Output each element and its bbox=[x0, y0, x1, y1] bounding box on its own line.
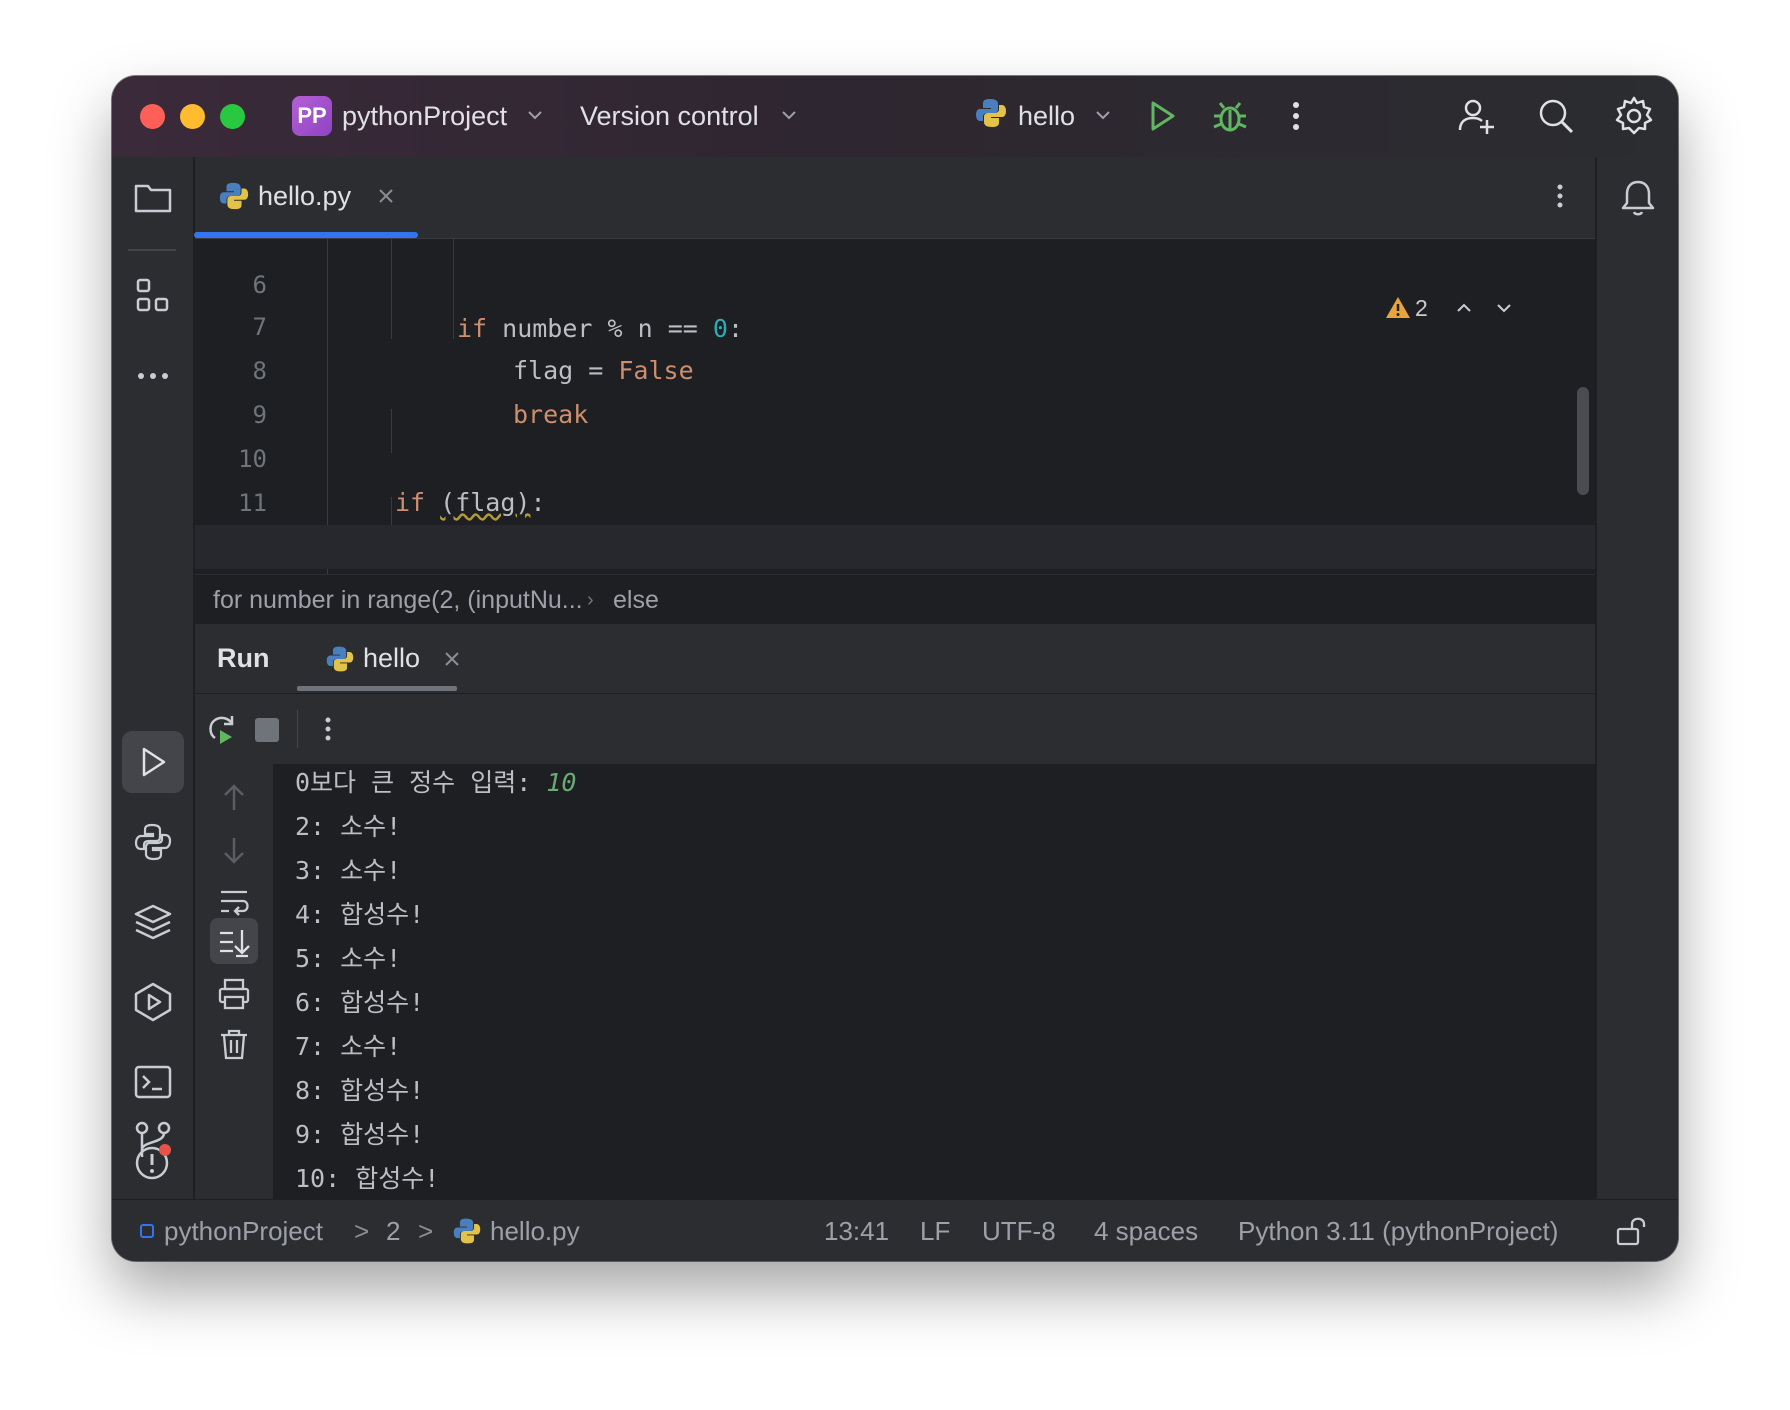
python-icon bbox=[326, 646, 354, 672]
console-line: 3: 소수! bbox=[295, 856, 402, 885]
code-line: 6 if number % n == 0: bbox=[252, 271, 743, 343]
previous-highlight-icon[interactable] bbox=[1453, 297, 1475, 319]
code-breadcrumb: for number in range(2, (inputNu... › els… bbox=[195, 574, 1595, 624]
code-line: 12 else: bbox=[195, 481, 1595, 561]
status-line-separator[interactable]: LF bbox=[920, 1213, 950, 1249]
warning-icon[interactable] bbox=[1385, 295, 1411, 321]
status-indent[interactable]: 4 spaces bbox=[1094, 1213, 1198, 1249]
chevron-down-icon[interactable] bbox=[524, 104, 546, 126]
scroll-down-icon[interactable] bbox=[216, 832, 252, 868]
console-side-toolbar bbox=[195, 764, 273, 1199]
run-icon[interactable] bbox=[1140, 94, 1184, 138]
run-console-output[interactable]: 0보다 큰 정수 입력: 10 2: 소수! 3: 소수! 4: 합성수! 5:… bbox=[273, 764, 1595, 1199]
lock-open-icon[interactable] bbox=[1614, 1214, 1648, 1248]
project-folder-icon[interactable] bbox=[132, 177, 174, 219]
ide-window: PP pythonProject Version control hello h… bbox=[112, 76, 1678, 1261]
console-input-line: 0보다 큰 정수 입력: 10 bbox=[295, 768, 577, 797]
title-bar: PP pythonProject Version control hello bbox=[112, 76, 1678, 157]
python-file-icon bbox=[453, 1218, 481, 1244]
editor-scrollbar[interactable] bbox=[1577, 387, 1589, 495]
project-module-icon bbox=[140, 1224, 154, 1238]
more-tools-icon[interactable] bbox=[132, 355, 174, 397]
python-file-icon bbox=[219, 182, 249, 210]
zoom-window-button[interactable] bbox=[220, 104, 245, 129]
path-separator-icon: > bbox=[354, 1216, 370, 1246]
structure-icon[interactable] bbox=[132, 275, 174, 317]
breadcrumb-else[interactable]: else bbox=[613, 583, 659, 617]
status-interpreter[interactable]: Python 3.11 (pythonProject) bbox=[1238, 1213, 1558, 1249]
active-run-tab-indicator bbox=[297, 686, 457, 691]
left-tool-strip bbox=[112, 157, 194, 1199]
warning-count[interactable]: 2 bbox=[1415, 294, 1428, 322]
debug-icon[interactable] bbox=[1208, 94, 1252, 138]
run-toolbar bbox=[195, 694, 1595, 764]
code-editor[interactable]: 6 if number % n == 0: 7 flag = False 8 b… bbox=[195, 239, 1595, 574]
chevron-down-icon[interactable] bbox=[1092, 104, 1114, 126]
code-line: 10 if (flag): bbox=[238, 445, 546, 517]
console-line: 10: 합성수! bbox=[295, 1164, 440, 1193]
run-tab-hello[interactable]: hello bbox=[363, 640, 420, 676]
path-separator-icon: > bbox=[418, 1216, 434, 1246]
more-icon[interactable] bbox=[311, 712, 345, 746]
settings-icon[interactable] bbox=[1612, 94, 1656, 138]
version-control-menu[interactable]: Version control bbox=[580, 98, 759, 134]
soft-wrap-icon[interactable] bbox=[216, 884, 252, 920]
git-icon[interactable] bbox=[132, 1119, 174, 1161]
editor-tab-hello-py[interactable]: hello.py bbox=[258, 178, 351, 214]
code-line: 9 bbox=[252, 401, 267, 429]
status-file[interactable]: hello.py bbox=[490, 1213, 580, 1249]
active-tab-indicator bbox=[194, 232, 418, 238]
scroll-up-icon[interactable] bbox=[216, 780, 252, 816]
next-highlight-icon[interactable] bbox=[1493, 297, 1515, 319]
search-icon[interactable] bbox=[1534, 94, 1578, 138]
current-code-line: 13 print('{}: 합성수!'.format(number)) bbox=[195, 525, 1595, 569]
console-line: 7: 소수! bbox=[295, 1032, 402, 1061]
toolbar-divider bbox=[297, 710, 298, 748]
clear-all-icon[interactable] bbox=[216, 1026, 252, 1062]
close-window-button[interactable] bbox=[140, 104, 165, 129]
console-line: 5: 소수! bbox=[295, 944, 402, 973]
project-badge[interactable]: PP bbox=[292, 96, 332, 136]
console-line: 9: 합성수! bbox=[295, 1120, 425, 1149]
console-line: 2: 소수! bbox=[295, 812, 402, 841]
project-name[interactable]: pythonProject bbox=[342, 98, 507, 134]
code-line: 11 print('{}: 소수!'.format(number)) bbox=[238, 489, 939, 561]
print-icon[interactable] bbox=[216, 976, 252, 1012]
minimize-window-button[interactable] bbox=[180, 104, 205, 129]
status-encoding[interactable]: UTF-8 bbox=[982, 1213, 1056, 1249]
status-bar: pythonProject > 2 > hello.py 13:41 LF UT… bbox=[112, 1199, 1678, 1261]
run-panel-title: Run bbox=[217, 643, 270, 673]
console-line: 8: 합성수! bbox=[295, 1076, 425, 1105]
services-icon[interactable] bbox=[132, 981, 174, 1023]
python-icon bbox=[976, 99, 1006, 127]
run-config-name[interactable]: hello bbox=[1018, 98, 1075, 134]
status-project[interactable]: pythonProject bbox=[164, 1213, 323, 1249]
run-icon[interactable] bbox=[132, 741, 174, 783]
console-line: 6: 합성수! bbox=[295, 988, 425, 1017]
status-caret-position[interactable]: 13:41 bbox=[824, 1213, 889, 1249]
more-icon[interactable] bbox=[1274, 94, 1318, 138]
notifications-bell-icon[interactable] bbox=[1617, 177, 1659, 219]
rerun-icon[interactable] bbox=[205, 712, 239, 746]
close-tab-icon[interactable] bbox=[441, 648, 463, 670]
run-panel-header: Run hello bbox=[195, 624, 1595, 694]
console-line: 4: 합성수! bbox=[295, 900, 425, 929]
terminal-icon[interactable] bbox=[132, 1061, 174, 1103]
tab-more-icon[interactable] bbox=[1544, 180, 1576, 212]
add-user-icon[interactable] bbox=[1454, 94, 1498, 138]
editor-tab-bar bbox=[195, 157, 1595, 239]
toolbar-divider bbox=[128, 249, 176, 251]
breadcrumb-separator: › bbox=[587, 589, 594, 611]
chevron-down-icon[interactable] bbox=[778, 104, 800, 126]
right-tool-strip bbox=[1596, 157, 1678, 1199]
scroll-to-end-icon[interactable] bbox=[216, 924, 252, 960]
close-tab-icon[interactable] bbox=[374, 184, 398, 208]
stop-icon[interactable] bbox=[255, 718, 279, 742]
python-console-icon[interactable] bbox=[132, 821, 174, 863]
layers-icon[interactable] bbox=[132, 901, 174, 943]
status-path-crumb[interactable]: 2 bbox=[386, 1213, 400, 1249]
breadcrumb-for-loop[interactable]: for number in range(2, (inputNu... bbox=[213, 583, 583, 617]
